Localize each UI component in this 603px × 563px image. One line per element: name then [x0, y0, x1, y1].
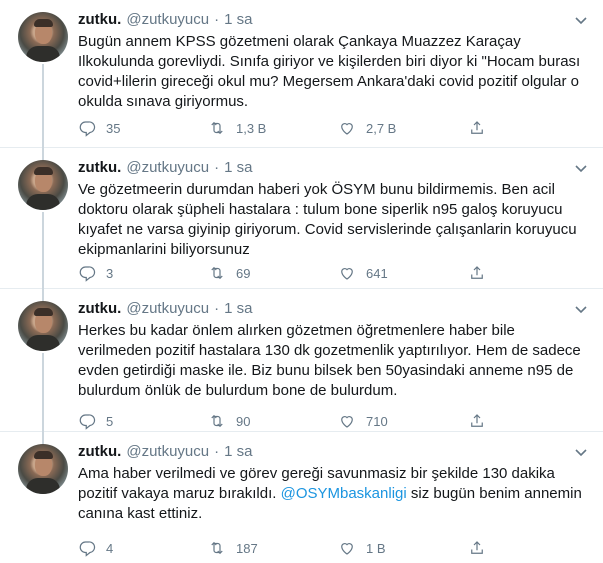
heart-icon	[341, 416, 353, 428]
reply-button[interactable]: 4	[78, 538, 208, 558]
heart-icon	[341, 268, 353, 280]
thread-line	[42, 353, 44, 432]
tweet-text: Herkes bu kadar önlem alırken gözetmen ö…	[78, 322, 581, 399]
reply-icon	[79, 541, 96, 557]
tweet-content: zutku. @zutkuyucu · 1 sa Bugün annem KPS…	[78, 10, 589, 112]
display-name[interactable]: zutku.	[78, 299, 121, 319]
heart-icon	[341, 123, 353, 135]
share-icon	[471, 121, 483, 134]
tweet[interactable]: zutku. @zutkuyucu · 1 sa Ve gözetmeerin …	[0, 148, 603, 289]
reply-icon	[79, 121, 96, 137]
user-handle[interactable]: @zutkuyucu	[126, 10, 209, 30]
display-name[interactable]: zutku.	[78, 158, 121, 178]
reply-count: 4	[106, 540, 114, 556]
reply-icon	[79, 266, 96, 282]
retweet-count: 90	[236, 413, 251, 429]
tweet-actions: 35 1,3 B 2,7 B	[78, 118, 598, 138]
tweet-header: zutku. @zutkuyucu · 1 sa	[78, 442, 589, 462]
like-count: 1 B	[366, 540, 386, 556]
retweet-icon	[211, 414, 223, 428]
share-icon	[471, 266, 483, 279]
tweet-header: zutku. @zutkuyucu · 1 sa	[78, 10, 589, 30]
tweet-text: Ama haber verilmedi ve görev gereği savu…	[78, 464, 589, 524]
retweet-icon	[211, 121, 223, 135]
retweet-button[interactable]: 1,3 B	[208, 118, 338, 138]
retweet-icon	[211, 266, 223, 280]
retweet-count: 69	[236, 265, 251, 281]
tweet[interactable]: zutku. @zutkuyucu · 1 sa Ama haber veril…	[0, 432, 603, 563]
retweet-count: 1,3 B	[236, 120, 267, 136]
user-handle[interactable]: @zutkuyucu	[126, 299, 209, 319]
reply-button[interactable]: 5	[78, 411, 208, 431]
timestamp[interactable]: 1 sa	[224, 10, 252, 30]
display-name[interactable]: zutku.	[78, 10, 121, 30]
avatar[interactable]	[18, 301, 68, 351]
tweet-text: Bugün annem KPSS gözetmeni olarak Çankay…	[78, 33, 581, 110]
thread-line	[42, 64, 44, 148]
reply-count: 35	[106, 120, 121, 136]
share-button[interactable]	[468, 411, 598, 431]
reply-count: 5	[106, 413, 114, 429]
share-button[interactable]	[468, 538, 598, 558]
reply-button[interactable]: 3	[78, 263, 208, 283]
share-button[interactable]	[468, 118, 598, 138]
separator-dot: ·	[214, 300, 220, 317]
thread-line	[42, 432, 44, 444]
reply-button[interactable]: 35	[78, 118, 208, 138]
retweet-icon	[211, 541, 223, 555]
chevron-down-icon[interactable]	[573, 12, 589, 28]
separator-dot: ·	[214, 11, 220, 28]
chevron-down-icon[interactable]	[573, 301, 589, 317]
display-name[interactable]: zutku.	[78, 442, 121, 462]
retweet-button[interactable]: 90	[208, 411, 338, 431]
like-count: 2,7 B	[366, 120, 397, 136]
user-handle[interactable]: @zutkuyucu	[126, 158, 209, 178]
retweet-button[interactable]: 187	[208, 538, 338, 558]
chevron-down-icon[interactable]	[573, 444, 589, 460]
heart-icon	[341, 543, 353, 555]
separator-dot: ·	[214, 443, 220, 460]
like-button[interactable]: 1 B	[338, 538, 468, 558]
avatar[interactable]	[18, 160, 68, 210]
timestamp[interactable]: 1 sa	[224, 299, 252, 319]
tweet-header: zutku. @zutkuyucu · 1 sa	[78, 158, 589, 178]
tweet-actions: 3 69 641	[78, 263, 598, 283]
thread-line	[42, 212, 44, 289]
retweet-button[interactable]: 69	[208, 263, 338, 283]
like-button[interactable]: 710	[338, 411, 468, 431]
user-handle[interactable]: @zutkuyucu	[126, 442, 209, 462]
share-icon	[471, 414, 483, 427]
avatar[interactable]	[18, 444, 68, 494]
share-button[interactable]	[468, 263, 598, 283]
retweet-count: 187	[236, 540, 258, 556]
tweet-actions: 4 187 1 B	[78, 538, 598, 558]
tweet-content: zutku. @zutkuyucu · 1 sa Herkes bu kadar…	[78, 299, 589, 401]
tweet-content: zutku. @zutkuyucu · 1 sa Ama haber veril…	[78, 442, 589, 524]
reply-count: 3	[106, 265, 114, 281]
timestamp[interactable]: 1 sa	[224, 442, 252, 462]
tweet-header: zutku. @zutkuyucu · 1 sa	[78, 299, 589, 319]
like-button[interactable]: 2,7 B	[338, 118, 468, 138]
thread-line	[42, 289, 44, 301]
chevron-down-icon[interactable]	[573, 160, 589, 176]
like-count: 710	[366, 413, 388, 429]
tweet-content: zutku. @zutkuyucu · 1 sa Ve gözetmeerin …	[78, 158, 589, 260]
tweet-text: Ve gözetmeerin durumdan haberi yok ÖSYM …	[78, 181, 577, 258]
tweet[interactable]: zutku. @zutkuyucu · 1 sa Herkes bu kadar…	[0, 289, 603, 432]
tweet[interactable]: zutku. @zutkuyucu · 1 sa Bugün annem KPS…	[0, 0, 603, 148]
mention-link[interactable]: @OSYMbaskanligi	[281, 485, 407, 502]
avatar[interactable]	[18, 12, 68, 62]
timestamp[interactable]: 1 sa	[224, 158, 252, 178]
like-button[interactable]: 641	[338, 263, 468, 283]
reply-icon	[79, 414, 96, 430]
share-icon	[471, 541, 483, 554]
tweet-thread: zutku. @zutkuyucu · 1 sa Bugün annem KPS…	[0, 0, 603, 563]
separator-dot: ·	[214, 159, 220, 176]
thread-line	[42, 148, 44, 160]
like-count: 641	[366, 265, 388, 281]
tweet-actions: 5 90 710	[78, 411, 598, 431]
